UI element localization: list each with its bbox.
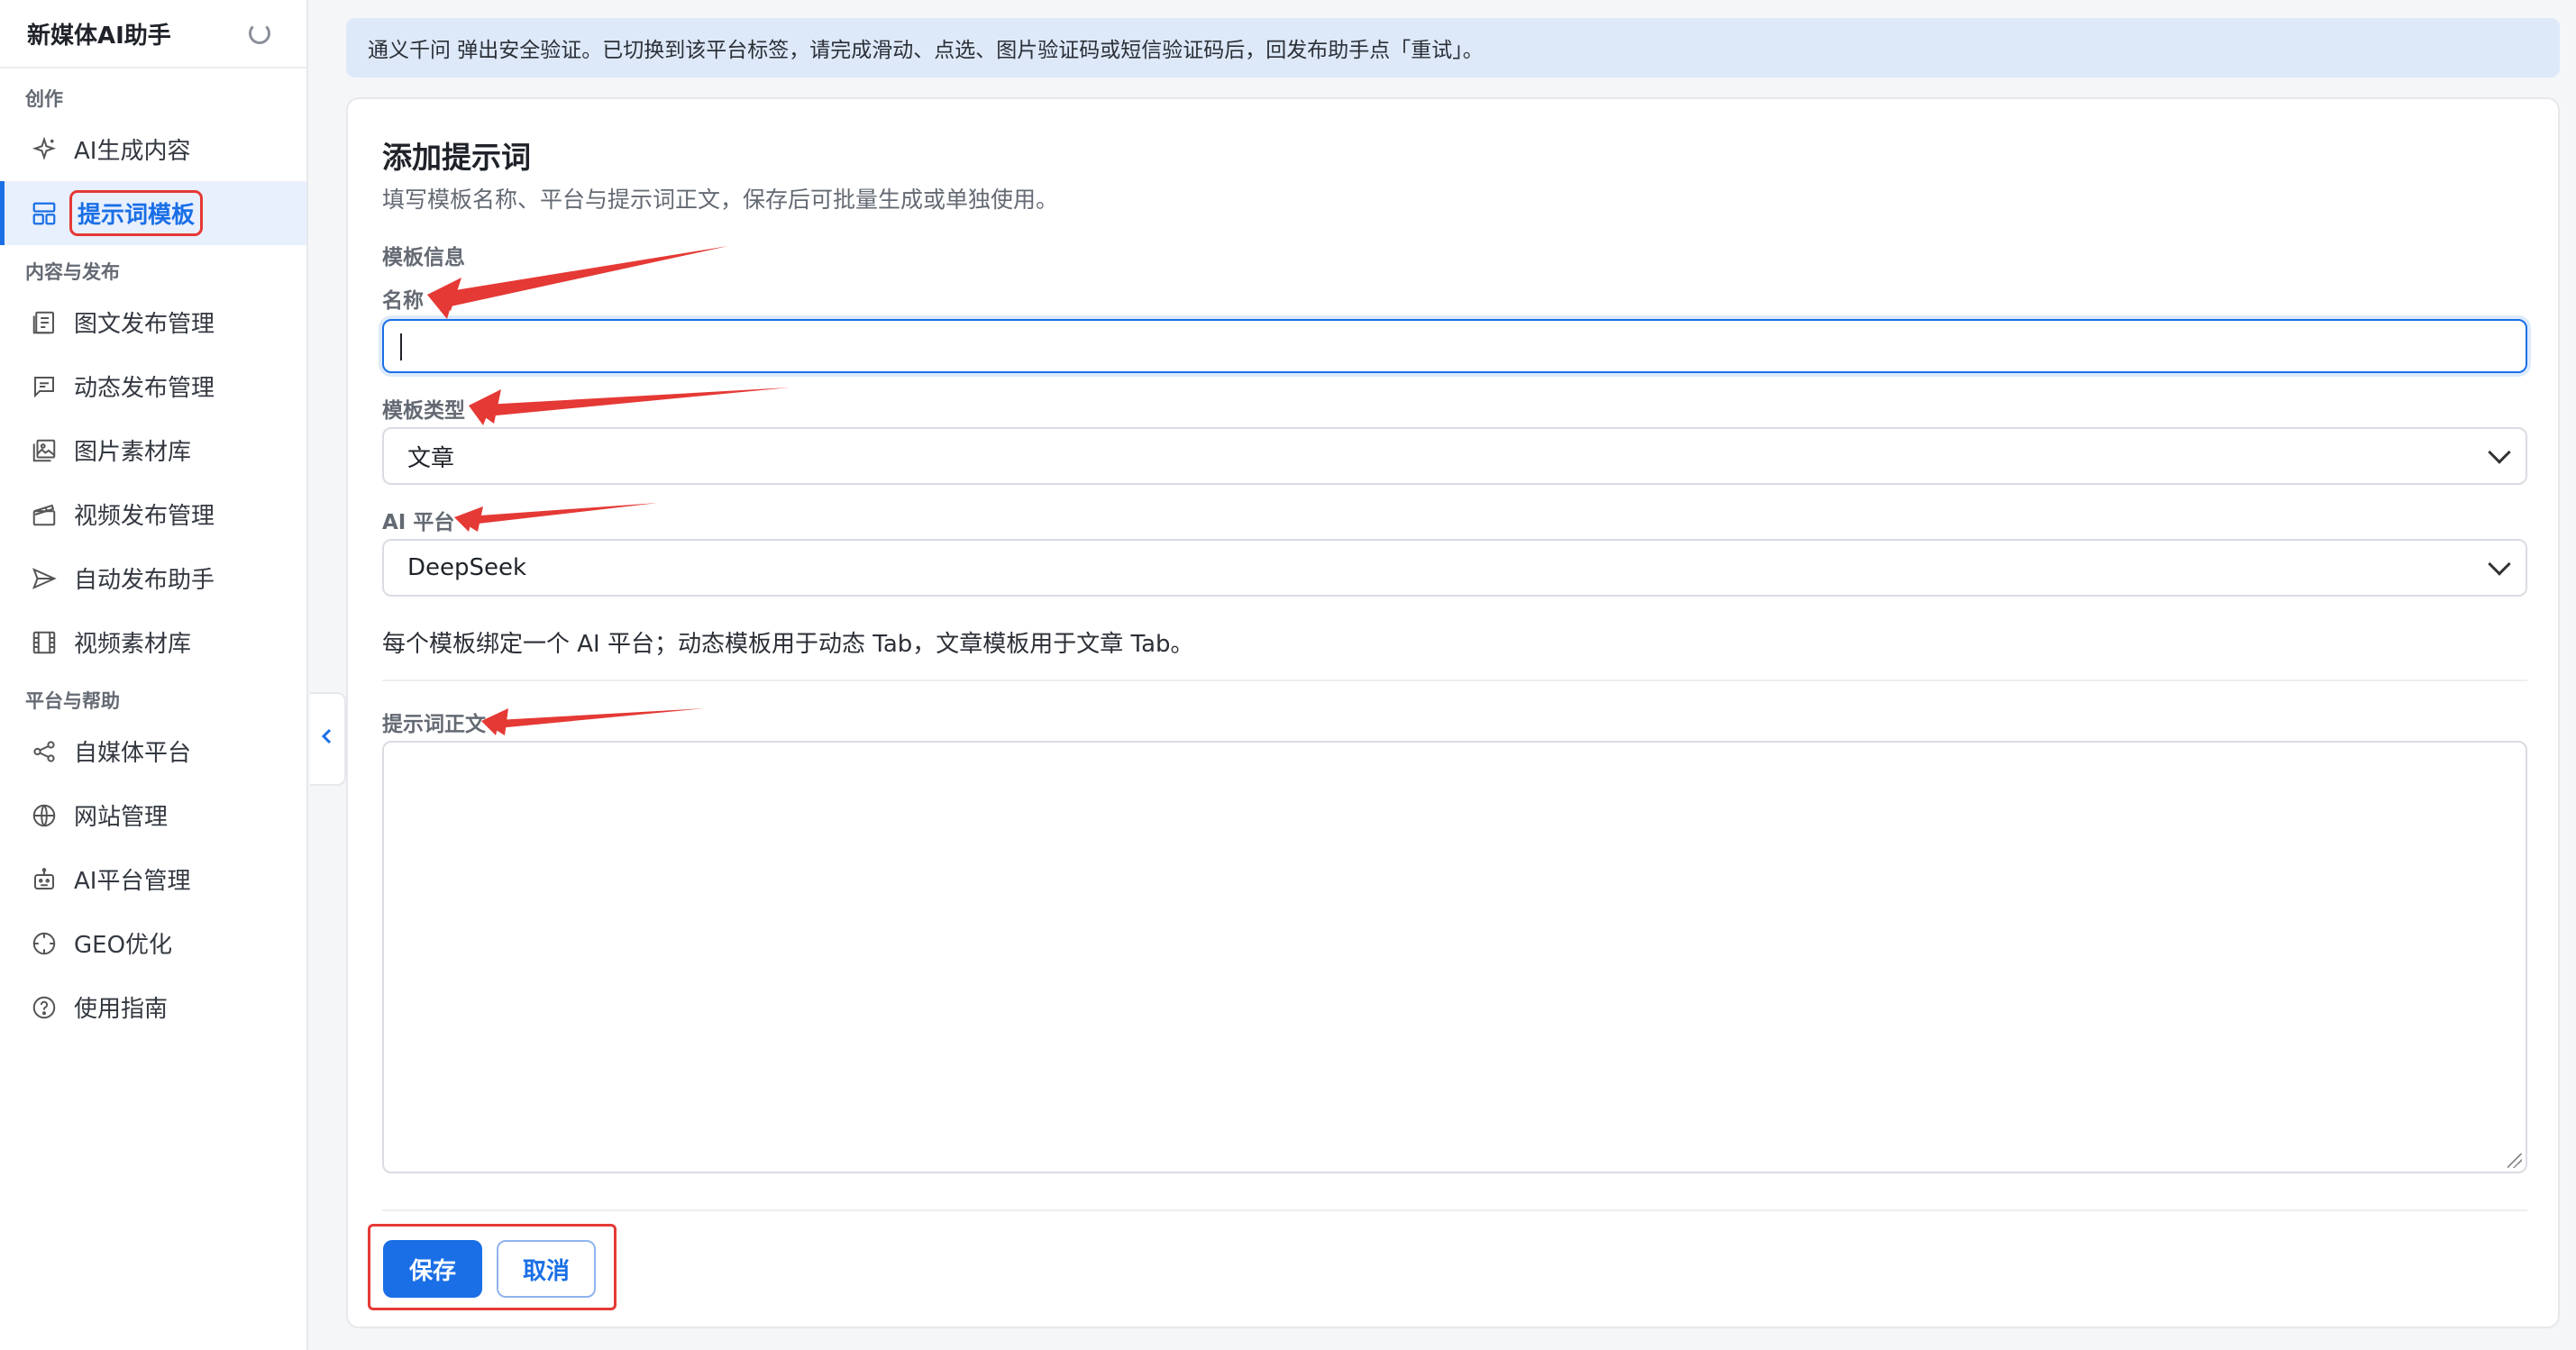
robot-icon — [31, 866, 58, 893]
brand-header: 新媒体AI助手 — [0, 0, 306, 68]
sparkle-icon — [31, 136, 58, 163]
loading-icon — [249, 23, 270, 44]
chevron-down-icon — [2488, 441, 2511, 464]
sidebar-item-label: 视频素材库 — [74, 631, 192, 658]
group-title-create: 创作 — [25, 88, 63, 110]
sidebar-item-article-publish[interactable]: 图文发布管理 — [0, 290, 306, 354]
sidebar-item-label: AI生成内容 — [74, 138, 191, 165]
clapper-icon — [31, 501, 58, 528]
sidebar-item-label: 网站管理 — [74, 804, 169, 831]
verification-notice: 通义千问 弹出安全验证。已切换到该平台标签，请完成滑动、点选、图片验证码或短信验… — [346, 18, 2560, 78]
template-type-select[interactable]: 文章 — [382, 427, 2527, 485]
action-buttons-highlight: 保存 取消 — [368, 1224, 617, 1310]
resize-handle-icon[interactable] — [2507, 1154, 2522, 1168]
message-icon — [31, 373, 58, 400]
template-type-label: 模板类型 — [382, 399, 465, 423]
send-icon — [31, 565, 58, 592]
platform-hint: 每个模板绑定一个 AI 平台；动态模板用于动态 Tab，文章模板用于文章 Tab… — [382, 631, 1194, 658]
help-icon — [31, 994, 58, 1021]
crosshair-icon — [31, 930, 58, 957]
group-title-platform: 平台与帮助 — [25, 690, 120, 712]
prompt-body-textarea[interactable] — [382, 741, 2527, 1173]
ai-platform-select[interactable]: DeepSeek — [382, 539, 2527, 597]
page-subtitle: 填写模板名称、平台与提示词正文，保存后可批量生成或单独使用。 — [382, 187, 1059, 213]
group-title-content: 内容与发布 — [25, 261, 120, 283]
sidebar-item-moment-publish[interactable]: 动态发布管理 — [0, 354, 306, 418]
ai-platform-label: AI 平台 — [382, 511, 455, 534]
sidebar: 新媒体AI助手 创作 AI生成内容 提示词模板 内容与发布 图文发布管理 动态发… — [0, 0, 308, 1350]
chevron-down-icon — [2488, 552, 2511, 576]
add-prompt-card: 添加提示词 填写模板名称、平台与提示词正文，保存后可批量生成或单独使用。 模板信… — [346, 97, 2560, 1328]
sidebar-item-ai-generate[interactable]: AI生成内容 — [0, 117, 306, 181]
page-title: 添加提示词 — [382, 140, 531, 175]
sidebar-item-prompt-template[interactable]: 提示词模板 — [0, 181, 306, 245]
sidebar-item-label: 图文发布管理 — [74, 311, 215, 338]
divider — [382, 680, 2527, 681]
globe-icon — [31, 802, 58, 829]
text-caret — [400, 333, 402, 360]
sidebar-item-auto-publish[interactable]: 自动发布助手 — [0, 546, 306, 610]
sidebar-collapse-button[interactable] — [310, 692, 346, 786]
prompt-body-label: 提示词正文 — [382, 713, 486, 736]
film-icon — [31, 629, 58, 656]
sidebar-item-label: 自媒体平台 — [74, 740, 192, 767]
sidebar-item-label: 使用指南 — [74, 996, 169, 1023]
sidebar-item-video-publish[interactable]: 视频发布管理 — [0, 482, 306, 546]
sidebar-item-geo[interactable]: GEO优化 — [0, 911, 306, 975]
save-button[interactable]: 保存 — [383, 1240, 482, 1298]
brand-title: 新媒体AI助手 — [27, 22, 171, 50]
sidebar-item-video-library[interactable]: 视频素材库 — [0, 610, 306, 674]
sidebar-item-label: 动态发布管理 — [74, 375, 215, 402]
divider — [382, 1209, 2527, 1211]
sidebar-item-ai-platform[interactable]: AI平台管理 — [0, 847, 306, 911]
image-icon — [31, 437, 58, 464]
cancel-button[interactable]: 取消 — [497, 1240, 596, 1298]
sidebar-item-label: 自动发布助手 — [74, 567, 215, 594]
share-icon — [31, 738, 58, 765]
sidebar-item-label: 视频发布管理 — [74, 503, 215, 530]
sidebar-item-guide[interactable]: 使用指南 — [0, 975, 306, 1039]
section-title: 模板信息 — [382, 246, 465, 269]
template-type-value: 文章 — [407, 444, 455, 472]
template-icon — [31, 200, 58, 227]
sidebar-item-label: GEO优化 — [74, 932, 173, 959]
name-label: 名称 — [382, 289, 424, 313]
sidebar-item-label: 图片素材库 — [74, 439, 192, 466]
sidebar-item-label: AI平台管理 — [74, 868, 191, 895]
name-input[interactable] — [382, 319, 2527, 373]
article-icon — [31, 309, 58, 336]
chevron-left-icon — [320, 725, 334, 753]
sidebar-item-media-platform[interactable]: 自媒体平台 — [0, 719, 306, 783]
ai-platform-value: DeepSeek — [407, 554, 527, 581]
sidebar-item-label: 提示词模板 — [69, 190, 204, 236]
sidebar-item-image-library[interactable]: 图片素材库 — [0, 418, 306, 482]
sidebar-item-website[interactable]: 网站管理 — [0, 783, 306, 847]
